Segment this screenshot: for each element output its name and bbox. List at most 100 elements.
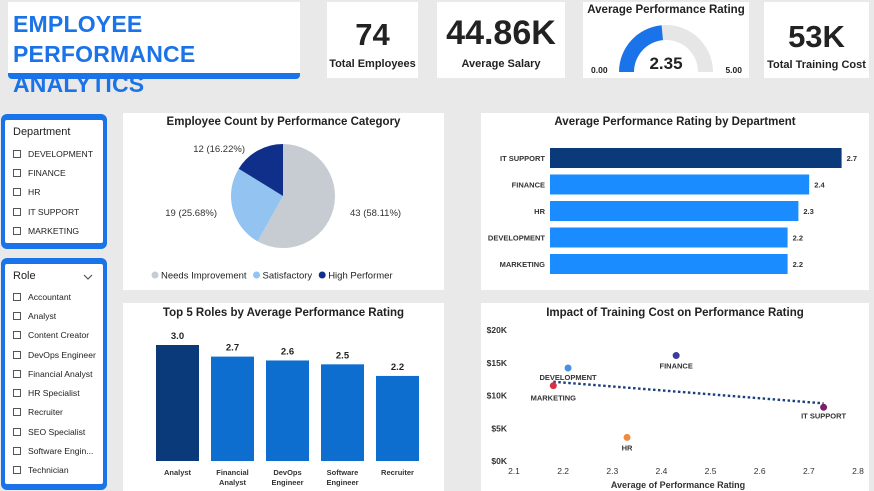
column-category-label: Financial	[216, 468, 249, 477]
x-tick-label: 2.6	[754, 466, 766, 476]
bar-value-label: 2.2	[793, 260, 803, 269]
kpi-average-salary: 44.86K Average Salary	[437, 2, 565, 78]
chevron-down-icon[interactable]	[83, 273, 93, 281]
column-category-label: Recruiter	[381, 468, 414, 477]
department-bar-chart: IT SUPPORT 2.7 FINANCE 2.4 HR 2.3 DEVELOPMENT 2…	[488, 148, 857, 274]
department-slicer-list: DEVELOPMENT FINANCE HR IT SUPPORT MARKETING	[9, 144, 99, 240]
legend-label-satisfactory: Satisfactory	[263, 271, 313, 282]
column-financial-analyst	[211, 356, 254, 461]
bar-category-label: HR	[534, 207, 545, 216]
department-item-finance[interactable]: FINANCE	[9, 163, 99, 182]
role-item-hr-specialist[interactable]: HR Specialist	[9, 383, 99, 402]
legend-marker	[151, 271, 159, 279]
scatter-point-hr	[623, 433, 631, 441]
kpi-salary-value: 44.86K	[446, 14, 556, 52]
scatter-point-label: FINANCE	[659, 362, 692, 371]
column-category-label: Engineer	[326, 478, 358, 487]
role-item-label: Technician	[28, 465, 69, 476]
checkbox[interactable]	[13, 331, 21, 340]
column-value-label: 2.6	[281, 346, 294, 357]
scatter-chart-card: Impact of Training Cost on Performance R…	[481, 303, 869, 491]
x-tick-label: 2.3	[606, 466, 618, 476]
checkbox[interactable]	[13, 226, 21, 235]
y-tick-label: $5K	[491, 423, 507, 433]
checkbox[interactable]	[13, 168, 21, 177]
department-item-marketing[interactable]: MARKETING	[9, 221, 99, 240]
checkbox[interactable]	[13, 292, 21, 301]
trend-line	[553, 380, 824, 405]
x-axis-title: Average of Performance Rating	[611, 480, 745, 490]
checkbox[interactable]	[13, 350, 21, 359]
column-category-label: Engineer	[271, 478, 303, 487]
x-tick-label: 2.2	[557, 466, 569, 476]
scatter-point-label: HR	[622, 443, 633, 452]
role-item-analyst[interactable]: Analyst	[9, 306, 99, 325]
scatter-chart: $0K $5K $10K $15K $20K 2.1 2.2 2.3 2.4 2.5 2.6 2.7 2…	[487, 325, 865, 490]
checkbox[interactable]	[13, 369, 21, 378]
role-item-technician[interactable]: Technician	[9, 461, 99, 480]
x-tick-label: 2.8	[852, 466, 864, 476]
kpi-employees-value: 74	[355, 17, 390, 52]
checkbox[interactable]	[13, 311, 21, 320]
department-item-label: MARKETING	[28, 225, 80, 236]
pie-chart: 43 (58.11%) 19 (25.68%) 12 (16.22%) Needs I…	[151, 144, 401, 282]
role-item-accountant[interactable]: Accountant	[9, 287, 99, 306]
column-value-label: 2.5	[336, 350, 350, 361]
department-item-hr[interactable]: HR	[9, 183, 99, 202]
checkbox[interactable]	[13, 466, 21, 475]
bar-category-label: FINANCE	[512, 181, 545, 190]
bar-hr	[550, 201, 799, 221]
department-bar-chart-card: Average Performance Rating by Department…	[481, 113, 869, 290]
kpi-average-rating-gauge: Average Performance Rating 0.00 5.00 2.3…	[583, 2, 749, 78]
y-tick-label: $20K	[487, 325, 508, 335]
department-item-label: HR	[28, 187, 41, 198]
role-item-seo-specialist[interactable]: SEO Specialist	[9, 422, 99, 441]
bar-category-label: IT SUPPORT	[500, 154, 545, 163]
legend-label-needs-improvement: Needs Improvement	[161, 271, 247, 282]
role-item-software-engin[interactable]: Software Engin...	[9, 441, 99, 460]
roles-column-chart: 3.0Analyst2.7FinancialAnalyst2.6DevOpsEn…	[156, 331, 419, 487]
scatter-point-label: MARKETING	[531, 394, 577, 403]
scatter-point-marketing	[549, 382, 557, 390]
title-line-2: ANALYTICS	[13, 71, 145, 97]
x-tick-label: 2.1	[508, 466, 520, 476]
checkbox[interactable]	[13, 207, 21, 216]
dashboard-title-card: EMPLOYEE PERFORMANCE ANALYTICS	[8, 2, 300, 97]
x-tick-label: 2.5	[705, 466, 717, 476]
dashboard-title: EMPLOYEE PERFORMANCE ANALYTICS	[13, 9, 300, 99]
role-item-financial-analyst[interactable]: Financial Analyst	[9, 364, 99, 383]
role-item-devops-engineer[interactable]: DevOps Engineer	[9, 345, 99, 364]
x-tick-label: 2.4	[656, 466, 668, 476]
checkbox[interactable]	[13, 408, 21, 417]
checkbox[interactable]	[13, 447, 21, 456]
checkbox[interactable]	[13, 188, 21, 197]
bar-category-label: MARKETING	[500, 260, 546, 269]
pie-data-label: 12 (16.22%)	[193, 144, 245, 155]
bar-finance	[550, 174, 810, 195]
department-item-it-support[interactable]: IT SUPPORT	[9, 202, 99, 221]
gauge-value: 2.35	[649, 54, 683, 73]
role-slicer-list: Accountant Analyst Content Creator DevOps E…	[9, 287, 99, 480]
pie-data-label: 19 (25.68%)	[165, 208, 217, 219]
role-item-label: Software Engin...	[28, 446, 94, 457]
bar-value-label: 2.2	[793, 234, 803, 243]
bar-category-label: DEVELOPMENT	[488, 234, 546, 243]
checkbox[interactable]	[13, 149, 21, 158]
legend-label-high-performer: High Performer	[328, 271, 392, 282]
column-analyst	[156, 345, 199, 461]
scatter-point-label: IT SUPPORT	[801, 411, 846, 420]
checkbox[interactable]	[13, 427, 21, 436]
role-item-content-creator[interactable]: Content Creator	[9, 326, 99, 345]
bar-it-support	[550, 148, 842, 168]
role-item-recruiter[interactable]: Recruiter	[9, 403, 99, 422]
role-slicer-panel: Role Accountant Analyst Content Creator Dev…	[5, 264, 103, 484]
x-tick-label: 2.7	[803, 466, 815, 476]
kpi-total-employees: 74 Total Employees	[327, 2, 418, 78]
role-item-label: Analyst	[28, 310, 57, 321]
department-slicer-panel: Department DEVELOPMENT FINANCE HR IT SUPPOR…	[5, 120, 103, 243]
checkbox[interactable]	[13, 389, 21, 398]
bar-value-label: 2.7	[847, 154, 857, 163]
roles-column-chart-card: Top 5 Roles by Average Performance Ratin…	[123, 303, 444, 491]
department-item-development[interactable]: DEVELOPMENT	[9, 144, 99, 163]
role-item-label: DevOps Engineer	[28, 349, 96, 360]
